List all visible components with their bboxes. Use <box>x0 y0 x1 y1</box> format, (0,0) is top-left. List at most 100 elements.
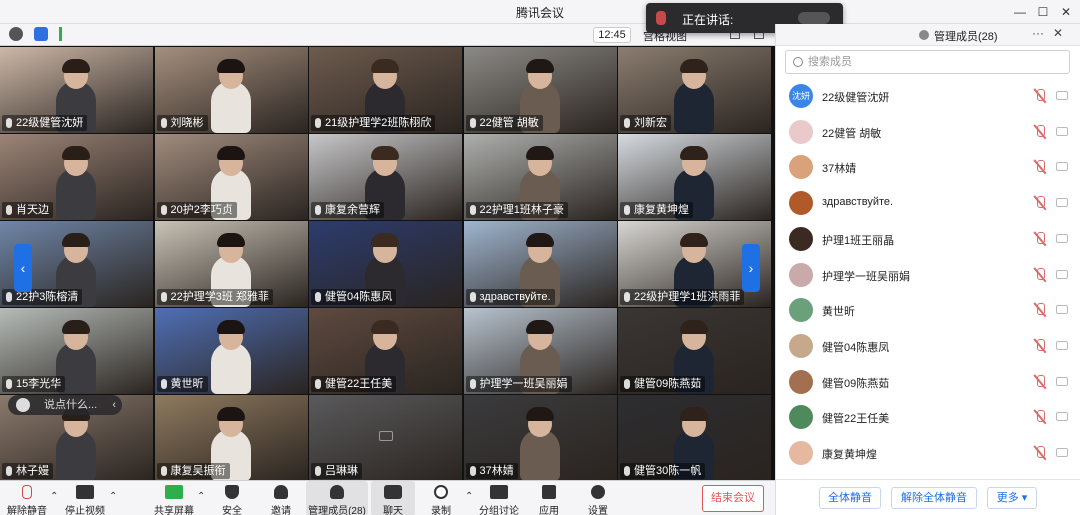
camera-icon[interactable] <box>1056 376 1068 386</box>
camera-icon[interactable] <box>1056 340 1068 350</box>
camera-icon[interactable] <box>1056 448 1068 457</box>
record-button[interactable]: 录制 <box>416 481 466 515</box>
muted-mic-icon[interactable] <box>1035 160 1045 174</box>
video-tile[interactable]: 刘新宏 <box>618 47 771 133</box>
settings-button[interactable]: 设置 <box>573 481 623 515</box>
chevron-up-icon[interactable]: ⌃ <box>50 491 58 502</box>
mute-all-button[interactable]: 全体静音 <box>819 487 881 509</box>
video-tile[interactable]: 康复余营辉 <box>309 134 462 220</box>
video-tile[interactable]: 15李光华 <box>0 308 153 394</box>
member-row[interactable]: 黄世昕 <box>776 292 1080 328</box>
video-tile[interactable]: 22护理学3班 郑雅菲 <box>154 221 308 307</box>
participant-nameplate: 37林婧 <box>465 463 518 479</box>
video-tile[interactable]: 22护理1班林子豪 <box>463 134 617 220</box>
video-tile[interactable]: 22级健管沈妍 <box>0 47 153 133</box>
camera-icon[interactable] <box>1056 198 1068 208</box>
muted-mic-icon[interactable] <box>1035 231 1045 246</box>
member-row[interactable]: 健管04陈惠凤 <box>776 328 1080 364</box>
muted-mic-icon[interactable] <box>1035 196 1045 210</box>
muted-mic-icon[interactable] <box>1035 124 1045 139</box>
participant-nameplate: 22级健管沈妍 <box>2 115 88 131</box>
participant-hair <box>62 146 90 160</box>
close-icon[interactable]: ✕ <box>1053 26 1063 40</box>
muted-mic-icon[interactable] <box>1035 267 1045 282</box>
video-tile[interactable]: 21级护理学2班陈栩欣 <box>309 47 462 133</box>
muted-mic-icon[interactable] <box>1035 338 1045 353</box>
camera-icon[interactable] <box>1056 305 1068 315</box>
member-row[interactable]: 健管22王任美 <box>776 399 1080 435</box>
signal-icon[interactable] <box>59 27 73 41</box>
video-tile[interactable]: 22健管 胡敏 <box>463 47 617 133</box>
video-tile[interactable]: 20护2李巧贞 <box>154 134 308 220</box>
muted-mic-icon[interactable] <box>1035 374 1045 389</box>
quick-chat-input[interactable]: 说点什么... ‹ <box>8 395 122 415</box>
video-tile[interactable]: 刘晓彬 <box>154 47 308 133</box>
video-tile[interactable]: 健管30陈一帆 <box>618 395 771 481</box>
video-tile[interactable]: здравствуйте. <box>463 221 617 307</box>
member-search-input[interactable]: 搜索成员 <box>785 50 1070 74</box>
video-tile[interactable]: 护理学一班吴丽娟 <box>463 308 617 394</box>
avatar <box>789 155 813 180</box>
collapse-icon[interactable]: ‹ <box>112 395 116 415</box>
participant-name: 37林婧 <box>479 465 514 477</box>
muted-mic-icon[interactable] <box>1035 446 1045 460</box>
maximize-icon[interactable]: ☐ <box>1033 2 1053 22</box>
unmute-button[interactable]: 解除静音 <box>2 481 52 515</box>
chevron-up-icon[interactable]: ⌃ <box>109 491 117 502</box>
end-meeting-button[interactable]: 结束会议 <box>702 485 764 512</box>
video-tile[interactable]: 吕琳琳 <box>309 395 462 481</box>
more-icon[interactable]: ··· <box>1032 26 1044 40</box>
info-icon[interactable] <box>9 27 23 41</box>
camera-icon[interactable] <box>1056 412 1068 422</box>
participant-hair <box>216 233 245 247</box>
video-tile[interactable]: 黄世昕 <box>154 308 308 394</box>
member-row[interactable]: 22健管 胡敏 <box>776 114 1080 150</box>
participant-hair <box>525 320 554 334</box>
camera-icon[interactable] <box>1056 233 1068 243</box>
camera-icon[interactable] <box>1056 162 1068 172</box>
mic-icon <box>469 205 476 215</box>
chevron-up-icon[interactable]: ⌃ <box>465 491 473 502</box>
manage-members-button[interactable]: 管理成员(28) <box>306 481 368 515</box>
unmute-all-button[interactable]: 解除全体静音 <box>891 487 977 509</box>
security-button[interactable]: 安全 <box>207 481 257 515</box>
minimize-icon[interactable]: — <box>1010 2 1030 22</box>
participant-name: 肖天边 <box>16 204 49 216</box>
video-tile[interactable]: 37林婧 <box>463 395 617 481</box>
share-screen-button[interactable]: 共享屏幕 <box>149 481 199 515</box>
muted-mic-icon[interactable] <box>1035 410 1045 424</box>
video-tile[interactable]: 健管04陈惠凤 <box>309 221 462 307</box>
page-right-button[interactable]: › <box>742 244 760 292</box>
member-row[interactable]: здравствуйте. <box>776 185 1080 221</box>
camera-icon[interactable] <box>1056 126 1068 136</box>
video-tile[interactable]: 康复黄坤煌 <box>618 134 771 220</box>
muted-mic-icon[interactable] <box>1035 303 1045 317</box>
video-tile[interactable]: 康复吴振衔 <box>154 395 308 481</box>
video-tile[interactable]: 健管22王任美 <box>309 308 462 394</box>
stop-video-button[interactable]: 停止视频 <box>60 481 110 515</box>
chat-button[interactable]: 聊天 <box>371 481 415 515</box>
member-row[interactable]: 37林婧 <box>776 149 1080 185</box>
invite-button[interactable]: 邀请 <box>256 481 306 515</box>
breakout-icon <box>490 485 508 499</box>
member-row[interactable]: 沈妍 22级健管沈妍 <box>776 78 1080 114</box>
mic-icon <box>6 379 12 389</box>
member-row[interactable]: 护理学一班吴丽娟 <box>776 257 1080 293</box>
video-grid: 22级健管沈妍 刘晓彬 21级护理学2班陈栩欣 22健管 胡敏 刘新宏肖天边 20护2李巧… <box>0 46 775 481</box>
close-icon[interactable]: ✕ <box>1056 2 1076 22</box>
apps-button[interactable]: 应用 <box>524 481 574 515</box>
camera-icon[interactable] <box>1056 269 1068 279</box>
chevron-up-icon[interactable]: ⌃ <box>197 491 205 502</box>
video-tile[interactable]: 健管09陈燕茹 <box>618 308 771 394</box>
shield-icon[interactable] <box>34 27 48 41</box>
camera-icon[interactable] <box>1056 91 1068 100</box>
member-row[interactable]: 康复黄坤煌 <box>776 435 1080 471</box>
member-row[interactable]: 护理1班王丽晶 <box>776 221 1080 257</box>
member-row[interactable]: 健管09陈燕茹 <box>776 364 1080 400</box>
emoji-icon[interactable] <box>16 398 30 412</box>
video-tile[interactable]: 肖天边 <box>0 134 153 220</box>
breakout-button[interactable]: 分组讨论 <box>474 481 524 515</box>
muted-mic-icon[interactable] <box>1035 89 1045 103</box>
more-button[interactable]: 更多 ▾ <box>987 487 1037 509</box>
page-left-button[interactable]: ‹ <box>14 244 32 292</box>
